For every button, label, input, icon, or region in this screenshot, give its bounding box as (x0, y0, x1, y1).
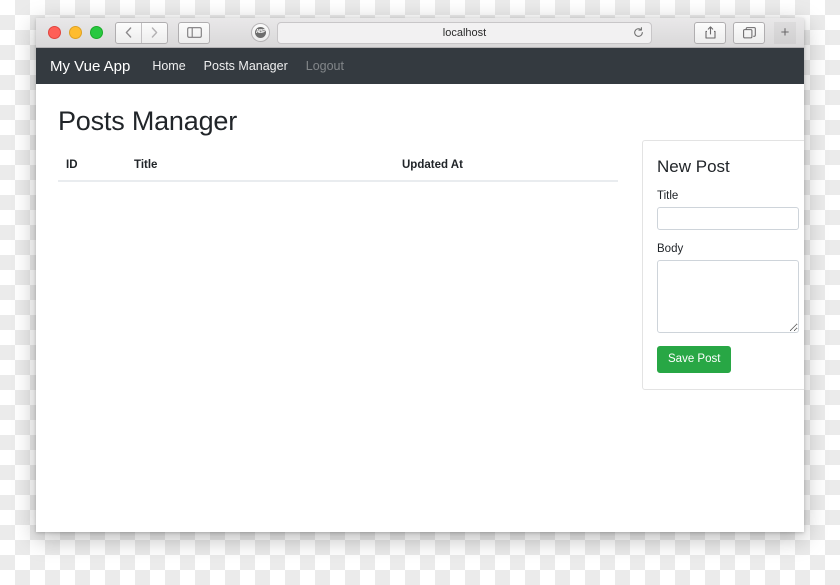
address-bar[interactable]: localhost (277, 21, 652, 44)
zoom-window-button[interactable] (90, 26, 103, 39)
reload-icon[interactable] (633, 27, 644, 38)
posts-table-head: ID Title Updated At (58, 153, 618, 182)
close-window-button[interactable] (48, 26, 61, 39)
save-post-button[interactable]: Save Post (657, 346, 732, 373)
title-input[interactable] (657, 207, 799, 230)
table-header-row: ID Title Updated At (58, 153, 618, 182)
sidebar-toggle-button[interactable] (178, 21, 210, 44)
body-textarea[interactable] (657, 260, 799, 333)
title-field-label: Title (657, 190, 679, 202)
forward-button[interactable] (141, 22, 167, 43)
column-header-id: ID (58, 153, 126, 182)
new-post-card: New Post Title Body Save Post (642, 140, 804, 390)
posts-column: Posts Manager ID Title Updated At (58, 100, 618, 390)
new-post-title: New Post (657, 157, 730, 176)
page-viewport: My Vue App Home Posts Manager Logout Pos… (36, 48, 804, 532)
page-content: Posts Manager ID Title Updated At New Po… (36, 84, 804, 390)
url-text: localhost (442, 26, 487, 39)
nav-link-posts-manager[interactable]: Posts Manager (204, 59, 288, 73)
show-tabs-button[interactable] (733, 21, 765, 44)
posts-table: ID Title Updated At (58, 153, 618, 182)
column-header-title: Title (126, 153, 394, 182)
nav-link-home[interactable]: Home (152, 59, 185, 73)
browser-toolbar: ABP localhost + (36, 18, 804, 48)
adblock-icon[interactable]: ABP (251, 23, 270, 42)
body-field-label: Body (657, 243, 684, 255)
minimize-window-button[interactable] (69, 26, 82, 39)
nav-link-logout[interactable]: Logout (306, 59, 344, 73)
new-post-column: New Post Title Body Save Post (618, 100, 804, 390)
column-header-updated-at: Updated At (394, 153, 618, 182)
back-button[interactable] (116, 23, 141, 43)
site-navbar: My Vue App Home Posts Manager Logout (36, 48, 804, 84)
address-bar-region: ABP localhost (224, 21, 679, 44)
browser-window: ABP localhost + My Vue App Home Posts Ma… (36, 18, 804, 532)
new-tab-button[interactable]: + (774, 21, 796, 44)
navigation-button-group (115, 21, 168, 44)
adblock-glyph: ABP (255, 27, 266, 38)
page-title: Posts Manager (58, 106, 237, 136)
navbar-brand[interactable]: My Vue App (50, 58, 130, 75)
window-controls (42, 26, 103, 39)
toolbar-right-group: + (687, 21, 796, 44)
share-button[interactable] (694, 21, 726, 44)
